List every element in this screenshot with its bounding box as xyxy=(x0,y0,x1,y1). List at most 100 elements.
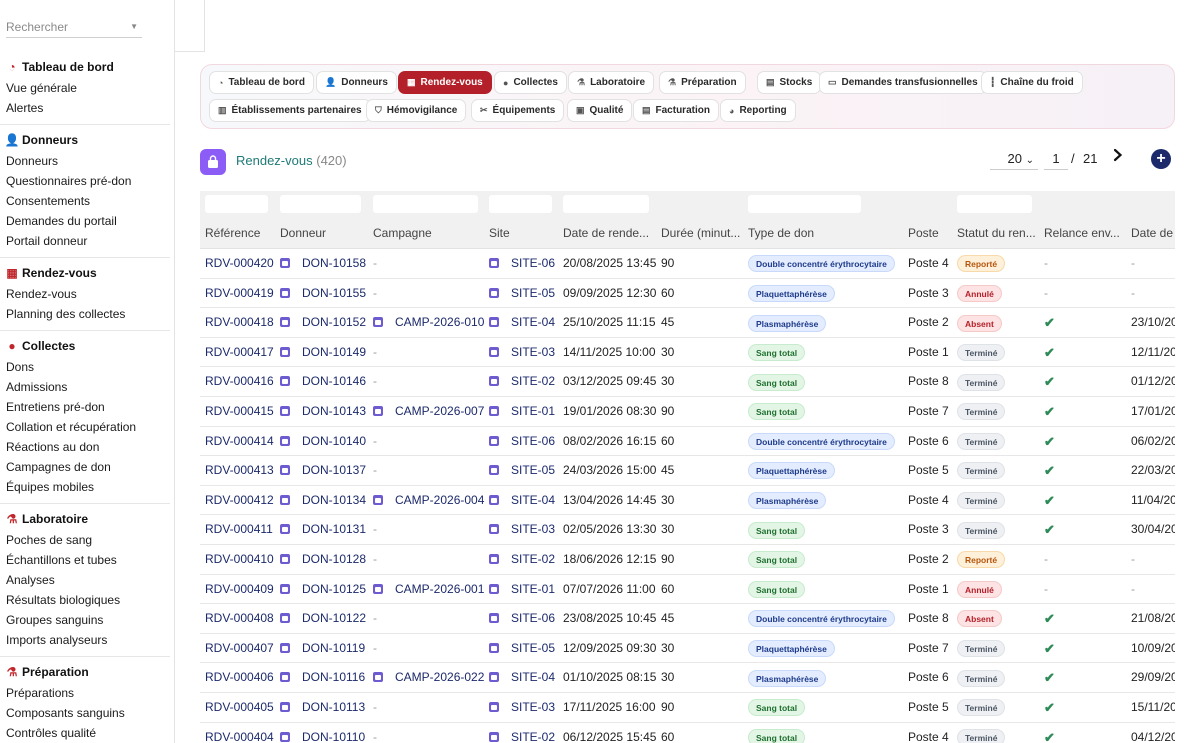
donor-link[interactable]: DON-10149 xyxy=(302,345,366,359)
site-link[interactable]: SITE-01 xyxy=(511,404,555,418)
sidebar-section-title[interactable]: ▦ Rendez-vous xyxy=(6,262,170,284)
donor-link[interactable]: DON-10113 xyxy=(302,700,365,714)
site-cell[interactable]: SITE-05 xyxy=(489,279,559,308)
reference-link[interactable]: RDV-000420 xyxy=(205,256,274,270)
column-header[interactable]: Poste xyxy=(908,221,951,249)
table-row[interactable]: RDV-000413 DON-10137- SITE-05 24/03/2026 15… xyxy=(200,456,1175,486)
donor-link[interactable]: DON-10146 xyxy=(302,374,366,388)
reference-link[interactable]: RDV-000410 xyxy=(205,552,274,566)
next-page-button[interactable] xyxy=(1112,148,1126,168)
tab-laboratoire[interactable]: ⚗ Laboratoire xyxy=(568,71,655,94)
table-row[interactable]: RDV-000410 DON-10128- SITE-02 18/06/2026 12… xyxy=(200,545,1175,575)
sidebar-item[interactable]: Entretiens pré-don xyxy=(6,397,170,417)
donor-link[interactable]: DON-10125 xyxy=(302,582,366,596)
table-row[interactable]: RDV-000408 DON-10122- SITE-06 23/08/2025 10… xyxy=(200,604,1175,634)
tab-tableau-de-bord[interactable]: ◔ Tableau de bord xyxy=(209,71,314,94)
column-filter-input[interactable] xyxy=(280,195,361,213)
sidebar-item[interactable]: Réactions au don xyxy=(6,437,170,457)
site-link[interactable]: SITE-03 xyxy=(511,522,555,536)
donor-link[interactable]: DON-10158 xyxy=(302,256,366,270)
tab-cha-ne-du-froid[interactable]: ┇ Chaîne du froid xyxy=(981,71,1083,94)
donor-cell[interactable]: DON-10158 xyxy=(280,249,369,278)
reference-cell[interactable]: RDV-000408 xyxy=(205,604,276,633)
reference-cell[interactable]: RDV-000416 xyxy=(205,367,276,396)
campaign-cell[interactable]: CAMP-2026-001 xyxy=(373,575,485,604)
chevron-down-icon[interactable]: ▼ xyxy=(130,16,138,38)
reference-cell[interactable]: RDV-000404 xyxy=(205,723,276,743)
sidebar-item[interactable]: Demandes du portail xyxy=(6,211,170,231)
table-row[interactable]: RDV-000417 DON-10149- SITE-03 14/11/2025 10… xyxy=(200,338,1175,368)
reference-cell[interactable]: RDV-000415 xyxy=(205,397,276,426)
sidebar-item[interactable]: Planning des collectes xyxy=(6,304,170,324)
site-cell[interactable]: SITE-06 xyxy=(489,427,559,456)
campaign-link[interactable]: CAMP-2026-004 xyxy=(395,493,484,507)
campaign-cell[interactable]: CAMP-2026-022 xyxy=(373,663,485,692)
tab-rendez-vous[interactable]: ▦ Rendez-vous xyxy=(398,71,492,94)
sidebar-item[interactable]: Composants sanguins xyxy=(6,703,170,723)
reference-cell[interactable]: RDV-000407 xyxy=(205,634,276,663)
sidebar-item[interactable]: Portail donneur xyxy=(6,231,170,251)
site-link[interactable]: SITE-02 xyxy=(511,730,555,743)
column-header[interactable]: Type de don xyxy=(748,221,902,249)
table-row[interactable]: RDV-000409 DON-10125 CAMP-2026-001 SITE-01 0… xyxy=(200,575,1175,605)
site-cell[interactable]: SITE-05 xyxy=(489,456,559,485)
tab-h-movigilance[interactable]: ⛉ Hémovigilance xyxy=(366,99,467,122)
sidebar-item[interactable]: Vue générale xyxy=(6,78,170,98)
donor-link[interactable]: DON-10140 xyxy=(302,434,366,448)
tab-stocks[interactable]: ▤ Stocks xyxy=(757,71,822,94)
column-filter-input[interactable] xyxy=(957,195,1032,213)
site-link[interactable]: SITE-06 xyxy=(511,611,555,625)
donor-cell[interactable]: DON-10149 xyxy=(280,338,369,367)
table-row[interactable]: RDV-000418 DON-10152 CAMP-2026-010 SITE-04 2… xyxy=(200,308,1175,338)
reference-link[interactable]: RDV-000416 xyxy=(205,374,274,388)
donor-link[interactable]: DON-10152 xyxy=(302,315,366,329)
column-header[interactable]: Durée (minut... xyxy=(661,221,742,249)
donor-link[interactable]: DON-10143 xyxy=(302,404,366,418)
reference-cell[interactable]: RDV-000406 xyxy=(205,663,276,692)
donor-cell[interactable]: DON-10134 xyxy=(280,486,369,515)
sidebar-item[interactable]: Consentements xyxy=(6,191,170,211)
reference-link[interactable]: RDV-000419 xyxy=(205,286,274,300)
sidebar-item[interactable]: Campagnes de don xyxy=(6,457,170,477)
tab--tablissements-partenaires[interactable]: ▥ Établissements partenaires xyxy=(209,99,371,122)
donor-cell[interactable]: DON-10143 xyxy=(280,397,369,426)
campaign-cell[interactable]: CAMP-2026-010 xyxy=(373,308,485,337)
site-link[interactable]: SITE-02 xyxy=(511,552,555,566)
site-cell[interactable]: SITE-01 xyxy=(489,397,559,426)
column-filter-input[interactable] xyxy=(205,195,268,213)
column-filter-input[interactable] xyxy=(563,195,649,213)
reference-link[interactable]: RDV-000412 xyxy=(205,493,274,507)
reference-link[interactable]: RDV-000414 xyxy=(205,434,274,448)
sidebar-item[interactable]: Rendez-vous xyxy=(6,284,170,304)
sidebar-item[interactable]: Alertes xyxy=(6,98,170,118)
table-row[interactable]: RDV-000420 DON-10158- SITE-06 20/08/2025 13… xyxy=(200,249,1175,279)
table-row[interactable]: RDV-000407 DON-10119- SITE-05 12/09/2025 09… xyxy=(200,634,1175,664)
column-filter-input[interactable] xyxy=(748,195,861,213)
column-header[interactable]: Date de rende... xyxy=(563,221,655,249)
reference-link[interactable]: RDV-000415 xyxy=(205,404,274,418)
campaign-link[interactable]: CAMP-2026-010 xyxy=(395,315,484,329)
sidebar-section-title[interactable]: ⚗ Préparation xyxy=(6,661,170,683)
reference-link[interactable]: RDV-000405 xyxy=(205,700,274,714)
donor-link[interactable]: DON-10137 xyxy=(302,463,366,477)
page-size-select[interactable]: 20 ⌄ xyxy=(990,150,1038,170)
site-link[interactable]: SITE-02 xyxy=(511,374,555,388)
column-header[interactable]: Donneur xyxy=(280,221,367,249)
sidebar-item[interactable]: Équipes mobiles xyxy=(6,477,170,497)
reference-cell[interactable]: RDV-000411 xyxy=(205,515,276,544)
reference-link[interactable]: RDV-000417 xyxy=(205,345,274,359)
page-number-input[interactable]: 1 xyxy=(1044,150,1068,170)
table-row[interactable]: RDV-000405 DON-10113- SITE-03 17/11/2025 16… xyxy=(200,693,1175,723)
campaign-link[interactable]: CAMP-2026-022 xyxy=(395,670,484,684)
reference-link[interactable]: RDV-000409 xyxy=(205,582,274,596)
campaign-cell[interactable]: CAMP-2026-004 xyxy=(373,486,485,515)
reference-link[interactable]: RDV-000404 xyxy=(205,730,274,743)
site-link[interactable]: SITE-03 xyxy=(511,700,555,714)
donor-cell[interactable]: DON-10125 xyxy=(280,575,369,604)
add-button[interactable]: + xyxy=(1151,149,1171,169)
reference-link[interactable]: RDV-000407 xyxy=(205,641,274,655)
table-row[interactable]: RDV-000412 DON-10134 CAMP-2026-004 SITE-04 1… xyxy=(200,486,1175,516)
tab-qualit-[interactable]: ▣ Qualité xyxy=(567,99,633,122)
sidebar-item[interactable]: Résultats biologiques xyxy=(6,590,170,610)
site-cell[interactable]: SITE-03 xyxy=(489,338,559,367)
